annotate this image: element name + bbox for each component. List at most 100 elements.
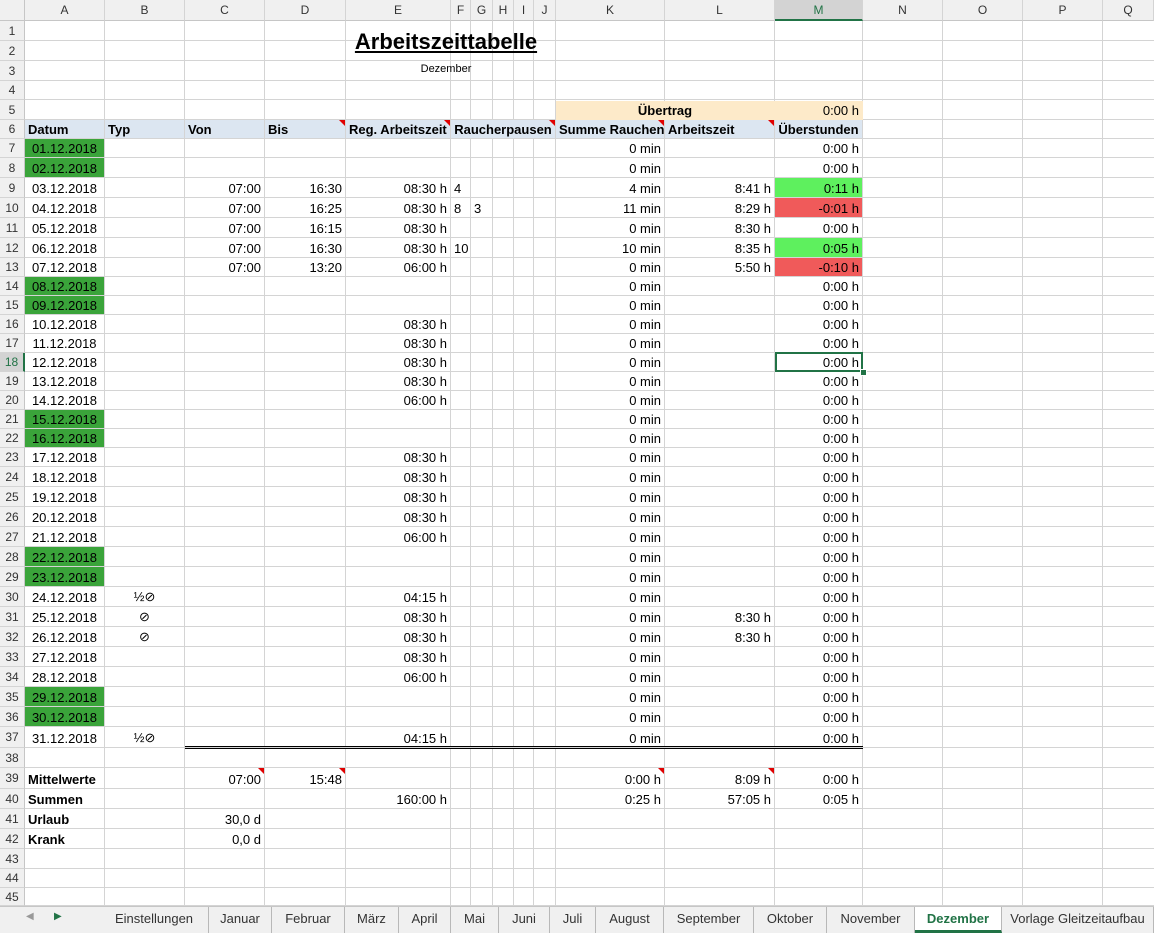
- row-header-4[interactable]: 4: [0, 81, 25, 100]
- smoke-sum-cell[interactable]: 0 min: [556, 296, 664, 314]
- row-header-13[interactable]: 13: [0, 258, 25, 277]
- work-time-cell[interactable]: 8:35 h: [665, 238, 774, 257]
- overtime-cell[interactable]: 0:00 h: [775, 139, 862, 157]
- regular-hours-cell[interactable]: 08:30 h: [346, 178, 450, 197]
- smoke-sum-cell[interactable]: 0 min: [556, 429, 664, 447]
- tab-scroll-right-icon[interactable]: ▶: [54, 911, 62, 922]
- date-cell[interactable]: 26.12.2018: [25, 627, 104, 646]
- overtime-cell[interactable]: 0:00 h: [775, 467, 862, 486]
- sheet-tab-november[interactable]: November: [827, 907, 915, 933]
- row-header-6[interactable]: 6: [0, 120, 25, 139]
- smoke-sum-cell[interactable]: 0 min: [556, 587, 664, 606]
- smoke-sum-cell[interactable]: 0 min: [556, 727, 664, 747]
- smoke-sum-cell[interactable]: 0 min: [556, 334, 664, 352]
- end-time-cell[interactable]: 16:30: [265, 238, 345, 257]
- start-time-cell[interactable]: 07:00: [185, 238, 264, 257]
- column-header-B[interactable]: B: [105, 0, 185, 21]
- carryover-value[interactable]: 0:00 h: [775, 100, 862, 119]
- row-header-11[interactable]: 11: [0, 218, 25, 238]
- work-time-cell[interactable]: 8:30 h: [665, 627, 774, 646]
- regular-hours-cell[interactable]: 08:30 h: [346, 238, 450, 257]
- date-cell[interactable]: 06.12.2018: [25, 238, 104, 257]
- regular-hours-cell[interactable]: 06:00 h: [346, 258, 450, 276]
- row-header-3[interactable]: 3: [0, 61, 25, 81]
- date-cell[interactable]: 10.12.2018: [25, 315, 104, 333]
- row-header-15[interactable]: 15: [0, 296, 25, 315]
- date-cell[interactable]: 02.12.2018: [25, 158, 104, 177]
- smoke-sum-cell[interactable]: 0 min: [556, 507, 664, 526]
- avg-smoke[interactable]: 0:00 h: [556, 768, 664, 788]
- sheet-tab-august[interactable]: August: [596, 907, 664, 933]
- date-cell[interactable]: 05.12.2018: [25, 218, 104, 237]
- row-header-29[interactable]: 29: [0, 567, 25, 587]
- header-von[interactable]: Von: [185, 120, 264, 138]
- overtime-cell[interactable]: 0:00 h: [775, 547, 862, 566]
- sheet-tab-januar[interactable]: Januar: [209, 907, 272, 933]
- smoke-sum-cell[interactable]: 0 min: [556, 687, 664, 706]
- sheet-tab-juni[interactable]: Juni: [499, 907, 550, 933]
- regular-hours-cell[interactable]: 08:30 h: [346, 372, 450, 390]
- fill-handle[interactable]: [860, 369, 867, 376]
- row-header-23[interactable]: 23: [0, 448, 25, 467]
- row-header-38[interactable]: 38: [0, 748, 25, 768]
- date-cell[interactable]: 20.12.2018: [25, 507, 104, 526]
- column-header-J[interactable]: J: [534, 0, 556, 21]
- row-header-42[interactable]: 42: [0, 829, 25, 849]
- sheet-tab-märz[interactable]: März: [345, 907, 399, 933]
- row-header-12[interactable]: 12: [0, 238, 25, 258]
- date-cell[interactable]: 09.12.2018: [25, 296, 104, 314]
- date-cell[interactable]: 29.12.2018: [25, 687, 104, 706]
- date-cell[interactable]: 01.12.2018: [25, 139, 104, 157]
- date-cell[interactable]: 11.12.2018: [25, 334, 104, 352]
- overtime-cell[interactable]: 0:00 h: [775, 567, 862, 586]
- overtime-cell[interactable]: 0:00 h: [775, 218, 862, 237]
- column-header-O[interactable]: O: [943, 0, 1023, 21]
- row-header-31[interactable]: 31: [0, 607, 25, 627]
- date-cell[interactable]: 21.12.2018: [25, 527, 104, 546]
- overtime-cell[interactable]: 0:00 h: [775, 429, 862, 447]
- smoke-sum-cell[interactable]: 0 min: [556, 647, 664, 666]
- overtime-cell[interactable]: 0:00 h: [775, 647, 862, 666]
- work-time-cell[interactable]: 8:29 h: [665, 198, 774, 217]
- smoke-sum-cell[interactable]: 0 min: [556, 410, 664, 428]
- column-header-D[interactable]: D: [265, 0, 346, 21]
- date-cell[interactable]: 24.12.2018: [25, 587, 104, 606]
- spreadsheet-grid[interactable]: ABCDEFGHIJKLMNOPQ 1 2 3 4 5 6 7 8 9 10 11 12 13 14 15 1…: [0, 0, 1154, 906]
- date-cell[interactable]: 22.12.2018: [25, 547, 104, 566]
- regular-hours-cell[interactable]: 08:30 h: [346, 198, 450, 217]
- sheet-tab-einstellungen[interactable]: Einstellungen: [100, 907, 209, 933]
- end-time-cell[interactable]: 16:15: [265, 218, 345, 237]
- smoke-break-cell[interactable]: 4: [451, 178, 470, 197]
- smoke-sum-cell[interactable]: 10 min: [556, 238, 664, 257]
- row-header-41[interactable]: 41: [0, 809, 25, 829]
- overtime-cell[interactable]: 0:00 h: [775, 607, 862, 626]
- smoke-sum-cell[interactable]: 0 min: [556, 258, 664, 276]
- smoke-sum-cell[interactable]: 0 min: [556, 218, 664, 237]
- overtime-cell[interactable]: 0:00 h: [775, 487, 862, 506]
- smoke-sum-cell[interactable]: 0 min: [556, 467, 664, 486]
- column-header-N[interactable]: N: [863, 0, 943, 21]
- sheet-tab-oktober[interactable]: Oktober: [754, 907, 827, 933]
- type-cell[interactable]: ⊘: [105, 627, 184, 646]
- overtime-cell[interactable]: 0:00 h: [775, 687, 862, 706]
- smoke-sum-cell[interactable]: 0 min: [556, 527, 664, 546]
- sheet-tab-februar[interactable]: Februar: [272, 907, 345, 933]
- sick-value[interactable]: 0,0 d: [185, 829, 264, 848]
- row-header-35[interactable]: 35: [0, 687, 25, 707]
- work-time-cell[interactable]: 5:50 h: [665, 258, 774, 276]
- work-time-cell[interactable]: 8:30 h: [665, 607, 774, 626]
- row-header-19[interactable]: 19: [0, 372, 25, 391]
- date-cell[interactable]: 04.12.2018: [25, 198, 104, 217]
- end-time-cell[interactable]: 16:25: [265, 198, 345, 217]
- column-header-M[interactable]: M: [775, 0, 863, 21]
- overtime-cell[interactable]: 0:00 h: [775, 527, 862, 546]
- overtime-cell[interactable]: 0:00 h: [775, 158, 862, 177]
- smoke-sum-cell[interactable]: 0 min: [556, 707, 664, 726]
- regular-hours-cell[interactable]: 08:30 h: [346, 627, 450, 646]
- row-header-36[interactable]: 36: [0, 707, 25, 727]
- regular-hours-cell[interactable]: 08:30 h: [346, 334, 450, 352]
- overtime-cell[interactable]: 0:00 h: [775, 410, 862, 428]
- column-header-P[interactable]: P: [1023, 0, 1103, 21]
- row-header-5[interactable]: 5: [0, 100, 25, 120]
- row-header-1[interactable]: 1: [0, 21, 25, 41]
